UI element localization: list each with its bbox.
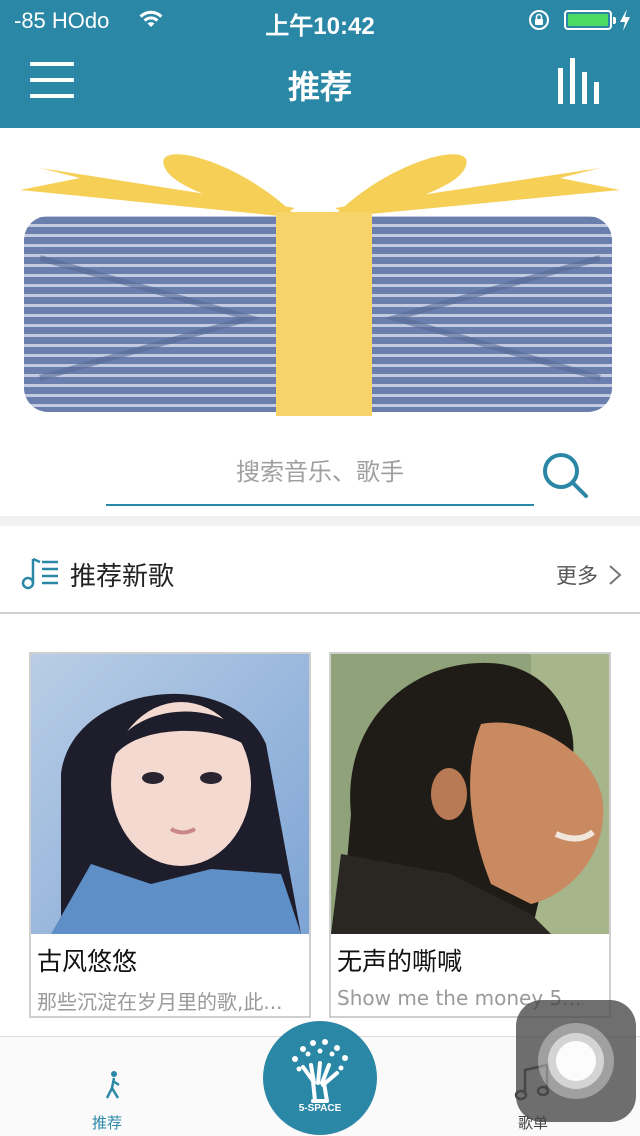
charging-bolt-icon (620, 9, 630, 31)
equalizer-icon[interactable] (556, 58, 604, 104)
hand-tree-logo-icon (292, 1039, 348, 1103)
search-icon[interactable] (540, 450, 590, 500)
album-cover-image (31, 654, 309, 934)
music-list-icon (21, 557, 58, 590)
battery-nub (613, 17, 616, 24)
gift-box-icon (20, 154, 620, 416)
song-title: 无声的嘶喊 (337, 947, 463, 976)
tab-label: 推荐 (91, 1114, 122, 1132)
assistive-ring-inner (556, 1041, 596, 1081)
chevron-right-icon (609, 565, 622, 585)
tab-recommend[interactable]: 推荐 (67, 1060, 147, 1133)
album-cover-image (331, 654, 609, 934)
song-card[interactable]: 古风悠悠 那些沉淀在岁月里的歌,此... (29, 652, 311, 1018)
center-button-label: 5-SPACE (298, 1103, 342, 1114)
top-bar: -85 HOdo 上午10:42 推荐 (0, 0, 640, 128)
search-field-wrapper (106, 444, 534, 506)
section-divider (0, 516, 640, 526)
center-space-button[interactable]: 5-SPACE (263, 1021, 377, 1135)
more-link[interactable]: 更多 (556, 560, 622, 590)
battery-icon (564, 10, 616, 30)
rotation-lock-icon (529, 10, 549, 30)
song-card[interactable]: 无声的嘶喊 Show me the money 5... (329, 652, 611, 1018)
battery-level (568, 14, 608, 26)
page-title: 推荐 (287, 68, 352, 106)
song-title: 古风悠悠 (37, 947, 138, 976)
recommended-songs-header: 推荐新歌 更多 (0, 526, 640, 614)
recommend-icon (91, 1064, 120, 1100)
song-subtitle: 那些沉淀在岁月里的歌,此... (37, 990, 283, 1014)
assistive-touch-button[interactable] (516, 1000, 636, 1122)
status-bar: -85 HOdo 上午10:42 (0, 0, 640, 40)
more-label: 更多 (556, 564, 598, 588)
section-title: 推荐新歌 (70, 562, 175, 592)
search-input[interactable] (106, 444, 534, 500)
